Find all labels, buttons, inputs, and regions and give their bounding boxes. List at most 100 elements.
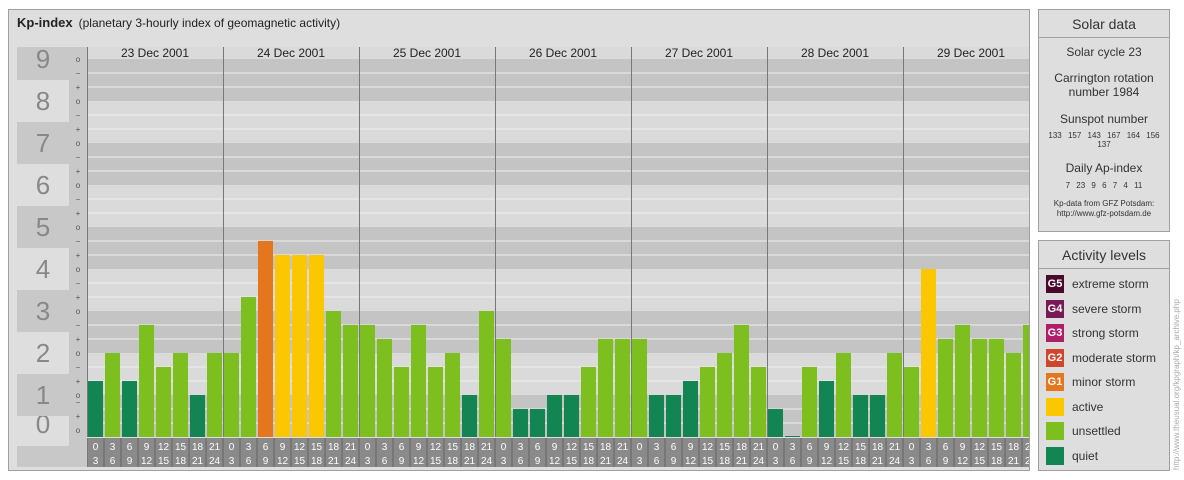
kp-bar: [377, 339, 392, 437]
credit-link[interactable]: http://www.gfz-potsdam.de: [1039, 209, 1169, 219]
interval-end-label: 9: [399, 456, 405, 467]
kp-bar: [139, 324, 154, 437]
activity-levels-panel: Activity levels G5 extreme storm G4 severe …: [1038, 240, 1170, 471]
interval-end-label: 3: [501, 456, 507, 467]
level-swatch: G2: [1046, 348, 1064, 367]
interval-end-label: 15: [838, 456, 850, 467]
interval-end-label: 24: [753, 456, 765, 467]
interval-end-label: 9: [671, 456, 677, 467]
interval-start-label: 3: [110, 442, 116, 453]
kp-bar: [598, 339, 613, 437]
kp-bar: [989, 339, 1004, 437]
kp-bar: [683, 381, 698, 437]
minor-tick-label: +: [76, 293, 81, 302]
interval-end-label: 9: [943, 456, 949, 467]
kp-bar: [666, 395, 681, 437]
kp-band: [87, 185, 1029, 227]
minor-tick-label: +: [76, 209, 81, 218]
interval-start-label: 6: [127, 442, 133, 453]
interval-start-label: 12: [838, 442, 850, 453]
interval-start-label: 18: [872, 442, 884, 453]
day-label: 24 Dec 2001: [257, 47, 325, 60]
interval-end-label: 6: [654, 456, 660, 467]
interval-end-label: 9: [127, 456, 133, 467]
interval-start-label: 18: [600, 442, 612, 453]
minor-tick-label: +: [76, 377, 81, 386]
interval-end-label: 3: [229, 456, 235, 467]
y-tick-label: 7: [36, 128, 50, 158]
kp-bar: [615, 339, 630, 437]
day-label: 26 Dec 2001: [529, 47, 597, 60]
interval-start-label: 15: [991, 442, 1003, 453]
interval-end-label: 3: [909, 456, 915, 467]
level-label: moderate storm: [1072, 350, 1157, 365]
kp-bar: [360, 324, 375, 437]
interval-start-label: 15: [447, 442, 459, 453]
level-item: quiet: [1039, 444, 1169, 469]
minor-tick-label: −: [76, 111, 81, 120]
interval-end-label: 6: [382, 456, 388, 467]
kp-band: [87, 227, 1029, 269]
interval-end-label: 6: [246, 456, 252, 467]
interval-end-label: 6: [110, 456, 116, 467]
interval-end-label: 15: [158, 456, 170, 467]
kp-bar: [768, 408, 783, 437]
interval-start-label: 12: [974, 442, 986, 453]
interval-end-label: 21: [600, 456, 612, 467]
kp-band: [87, 143, 1029, 185]
level-label: active: [1072, 399, 1104, 414]
minor-tick-label: −: [76, 237, 81, 246]
kp-bar: [887, 353, 902, 437]
kp-bar: [717, 353, 732, 437]
minor-tick-label: −: [76, 153, 81, 162]
solar-title: Solar data: [1039, 10, 1169, 38]
kp-bar: [241, 297, 256, 437]
interval-start-label: 15: [311, 442, 323, 453]
level-swatch: G4: [1046, 299, 1064, 318]
interval-end-label: 24: [889, 456, 901, 467]
minor-tick-label: +: [76, 167, 81, 176]
value-item: 7: [1112, 181, 1124, 190]
y-tick-label: 2: [36, 338, 50, 368]
sunspot-label: Sunspot number: [1059, 112, 1149, 126]
interval-end-label: 21: [872, 456, 884, 467]
interval-end-label: 24: [1025, 456, 1029, 467]
watermark-url: http://www.theusual.org/kpgraph/kp_archi…: [1172, 299, 1181, 470]
interval-end-label: 9: [263, 456, 269, 467]
kp-band: [87, 269, 1029, 311]
kp-bar: [700, 366, 715, 437]
kp-bar: [343, 324, 358, 437]
kp-bar: [224, 353, 239, 437]
solar-data-panel: Solar data Solar cycle 23 Carrington rot…: [1038, 9, 1170, 232]
interval-end-label: 6: [926, 456, 932, 467]
level-item: active: [1039, 395, 1169, 420]
kp-bar: [122, 381, 137, 437]
level-item: G4 severe storm: [1039, 297, 1169, 322]
interval-end-label: 12: [141, 456, 153, 467]
interval-start-label: 18: [736, 442, 748, 453]
interval-start-label: 3: [790, 442, 796, 453]
kp-band: [87, 101, 1029, 143]
kp-bar: [513, 408, 528, 437]
interval-start-label: 6: [943, 442, 949, 453]
interval-start-label: 15: [855, 442, 867, 453]
interval-end-label: 15: [566, 456, 578, 467]
value-item: 9: [1091, 181, 1103, 190]
value-item: 4: [1123, 181, 1135, 190]
kp-bar: [173, 353, 188, 437]
interval-end-label: 6: [790, 456, 796, 467]
kp-bar: [207, 353, 222, 437]
interval-end-label: 12: [821, 456, 833, 467]
interval-start-label: 3: [246, 442, 252, 453]
interval-end-label: 24: [209, 456, 221, 467]
value-item: 157: [1067, 131, 1088, 140]
minor-tick-label: o: [76, 55, 81, 64]
level-label: strong storm: [1072, 326, 1139, 341]
interval-start-label: 18: [1008, 442, 1020, 453]
kp-bar: [275, 255, 290, 437]
minor-tick-label: +: [76, 125, 81, 134]
minor-tick-label: −: [76, 195, 81, 204]
minor-tick-label: +: [76, 83, 81, 92]
minor-tick-label: −: [76, 363, 81, 372]
day-label: 23 Dec 2001: [121, 47, 189, 60]
